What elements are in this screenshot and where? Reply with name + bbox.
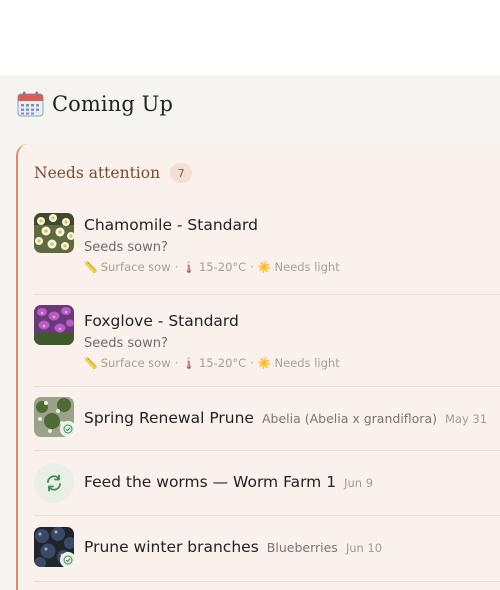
item-meta: 📏 Surface sow · 🌡️ 15-20°C · ☀️ Needs li…: [84, 260, 340, 274]
list-item[interactable]: Spring Renewal Prune Abelia (Abelia x gr…: [34, 387, 500, 451]
thermometer-icon: 🌡️: [182, 356, 196, 370]
light-requirement: Needs light: [274, 260, 340, 274]
list-item[interactable]: Chamomile - Standard Seeds sown? 📏 Surfa…: [34, 198, 500, 295]
item-date: Jun 10: [345, 541, 383, 555]
done-check-icon: [60, 421, 76, 437]
done-check-icon: [60, 552, 76, 568]
card-header: Needs attention 7: [34, 163, 193, 183]
meta-separator: ·: [250, 356, 254, 370]
meta-separator: ·: [174, 356, 179, 370]
item-title: Feed the worms — Worm Farm 1: [84, 473, 337, 491]
temperature: 15-20°C: [198, 260, 247, 274]
sow-method: Surface sow: [100, 356, 171, 370]
calendar-icon: [17, 91, 44, 117]
item-plant: Abelia (Abelia x grandiflora): [261, 411, 437, 426]
sun-icon: ☀️: [257, 356, 272, 370]
item-title: Foxglove - Standard: [84, 312, 239, 330]
list-item[interactable]: Prune winter branches Blueberries Jun 10: [34, 516, 500, 582]
temperature: 15-20°C: [198, 356, 247, 370]
item-prompt: Seeds sown?: [84, 336, 168, 351]
ruler-icon: 📏: [84, 356, 98, 370]
ruler-icon: 📏: [84, 260, 98, 274]
item-meta: 📏 Surface sow · 🌡️ 15-20°C · ☀️ Needs li…: [84, 356, 340, 370]
chamomile-thumbnail: [34, 213, 74, 253]
coming-up-page: Coming Up Needs attention 7 Chamomile - …: [0, 75, 500, 590]
meta-separator: ·: [250, 260, 254, 274]
sync-icon: [34, 463, 74, 503]
section-title: Coming Up: [52, 92, 174, 116]
list-item[interactable]: Foxglove - Standard Seeds sown? 📏 Surfac…: [34, 295, 500, 387]
item-date: Jun 9: [344, 476, 374, 490]
sun-icon: ☀️: [257, 260, 272, 274]
item-title: Prune winter branches: [84, 538, 259, 556]
count-badge: 7: [170, 163, 193, 183]
sow-method: Surface sow: [100, 260, 171, 274]
section-header: Coming Up: [17, 91, 173, 117]
meta-separator: ·: [174, 260, 179, 274]
item-title: Chamomile - Standard: [84, 216, 258, 234]
foxglove-thumbnail: [34, 305, 74, 345]
item-date: May 31: [445, 412, 488, 426]
item-plant: Blueberries: [266, 540, 338, 555]
list-item[interactable]: Feed the worms — Worm Farm 1 Jun 9: [34, 451, 500, 516]
light-requirement: Needs light: [274, 356, 340, 370]
item-title: Spring Renewal Prune: [84, 409, 254, 427]
needs-attention-card: Needs attention 7 Chamomile - Standard S…: [16, 144, 500, 590]
thermometer-icon: 🌡️: [182, 260, 196, 274]
card-title: Needs attention: [34, 164, 161, 182]
item-prompt: Seeds sown?: [84, 240, 168, 255]
